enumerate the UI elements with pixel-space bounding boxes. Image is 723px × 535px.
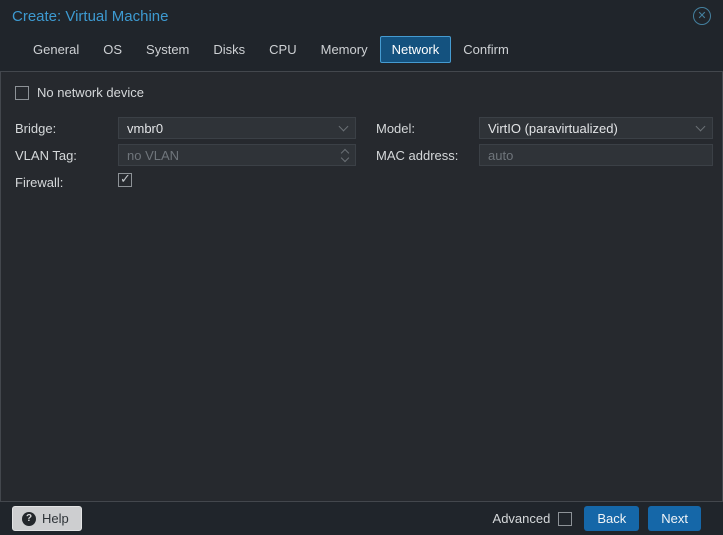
chevron-down-icon[interactable]: [338, 121, 349, 132]
back-button[interactable]: Back: [584, 506, 640, 531]
advanced-label: Advanced: [492, 511, 551, 526]
vlan-tag-wrap: [118, 144, 356, 166]
dialog-titlebar: Create: Virtual Machine ✕: [0, 0, 723, 32]
tab-confirm[interactable]: Confirm: [451, 36, 521, 63]
next-button[interactable]: Next: [648, 506, 701, 531]
dialog-title: Create: Virtual Machine: [12, 7, 169, 25]
network-form-grid: Bridge: vmbr0 Model: VirtIO (paravirtual…: [15, 117, 713, 193]
model-label: Model:: [376, 120, 416, 136]
close-icon[interactable]: ✕: [693, 7, 711, 25]
tab-disks[interactable]: Disks: [201, 36, 257, 63]
firewall-checkbox[interactable]: [118, 171, 132, 187]
advanced-checkbox[interactable]: [558, 511, 573, 526]
number-spinner[interactable]: [340, 144, 350, 166]
tab-cpu[interactable]: CPU: [257, 36, 308, 63]
help-button-label: Help: [42, 511, 69, 526]
tab-memory[interactable]: Memory: [309, 36, 380, 63]
bridge-combobox[interactable]: vmbr0: [118, 117, 356, 139]
dialog-footer: ? Help Advanced Back Next: [0, 502, 723, 535]
bridge-value: vmbr0: [127, 120, 164, 136]
no-network-device-row: No network device: [15, 85, 708, 100]
vlan-tag-input[interactable]: [118, 144, 356, 166]
vlan-tag-label: VLAN Tag:: [15, 147, 77, 163]
bridge-label: Bridge:: [15, 120, 57, 136]
tab-network[interactable]: Network: [379, 35, 452, 63]
mac-address-label: MAC address:: [376, 147, 459, 163]
no-network-device-label: No network device: [37, 85, 144, 100]
help-button[interactable]: ? Help: [12, 506, 82, 531]
chevron-down-icon[interactable]: [695, 121, 706, 132]
firewall-wrap: [118, 171, 356, 192]
mac-address-wrap: [479, 144, 713, 166]
tab-os[interactable]: OS: [91, 36, 134, 63]
network-form-panel: No network device Bridge: vmbr0 Model: V…: [0, 71, 723, 502]
tab-system[interactable]: System: [134, 36, 201, 63]
wizard-tabbar: General OS System Disks CPU Memory Netwo…: [0, 32, 723, 66]
no-network-device-checkbox[interactable]: [15, 85, 29, 100]
tab-general[interactable]: General: [21, 36, 91, 63]
model-combobox[interactable]: VirtIO (paravirtualized): [479, 117, 713, 139]
question-icon: ?: [22, 511, 36, 526]
mac-address-input[interactable]: [479, 144, 713, 166]
firewall-label: Firewall:: [15, 174, 64, 190]
model-value: VirtIO (paravirtualized): [488, 120, 618, 136]
